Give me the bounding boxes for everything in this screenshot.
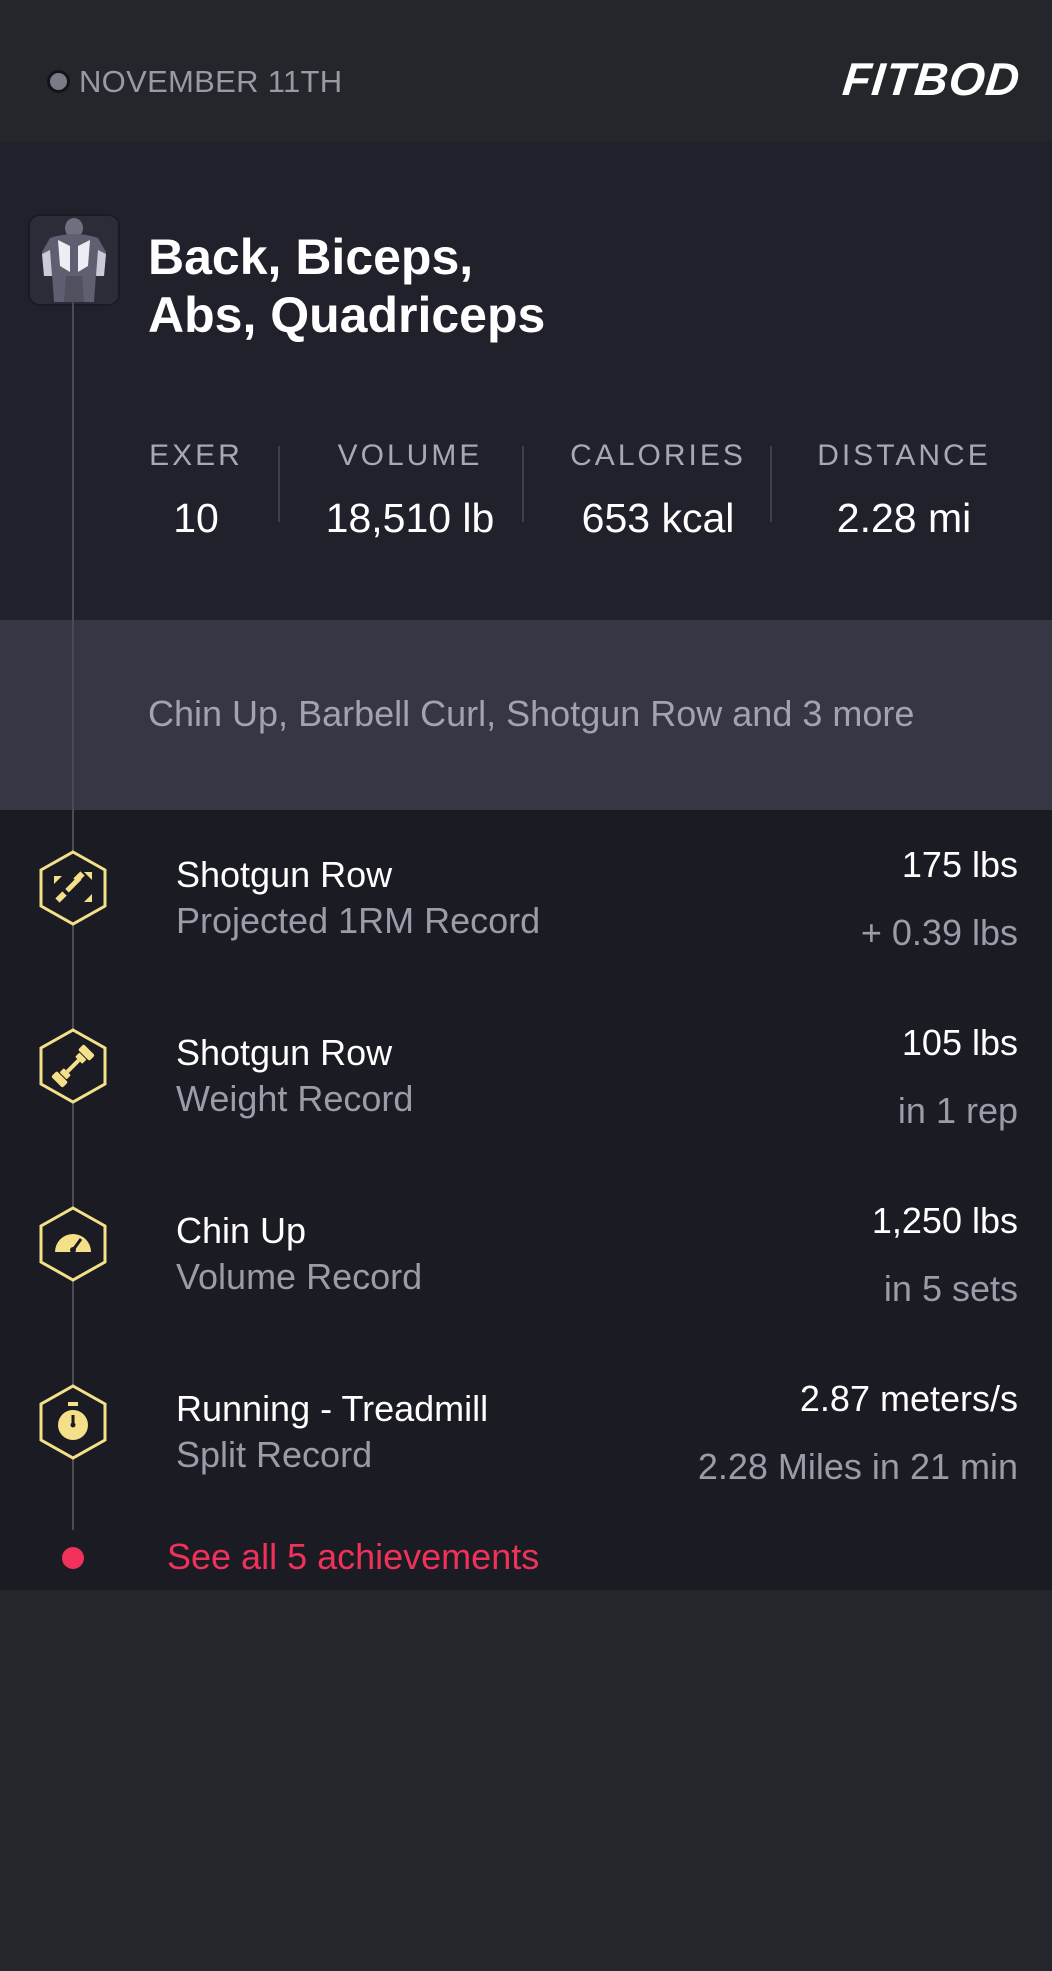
stopwatch-icon — [39, 1384, 107, 1460]
exercise-list-text: Chin Up, Barbell Curl, Shotgun Row and 3… — [148, 693, 915, 734]
stat-label: VOLUME — [337, 439, 483, 472]
achievement-exercise-name: Shotgun Row — [176, 1032, 393, 1073]
achievement-value: 2.87 meters/s — [799, 1378, 1018, 1419]
muscle-figure-icon — [28, 214, 120, 306]
achievement-record-type: Projected 1RM Record — [176, 900, 541, 941]
stat-value: 18,510 lb — [325, 495, 495, 541]
dumbbell-icon — [39, 1028, 107, 1104]
stat-volume: VOLUME 18,510 lb — [296, 438, 524, 542]
gauge-icon — [39, 1206, 107, 1282]
achievement-detail: + 0.39 lbs — [860, 912, 1018, 953]
projected-1rm-icon — [39, 850, 107, 926]
achievement-record-type: Split Record — [176, 1434, 373, 1475]
achievement-value: 1,250 lbs — [871, 1200, 1018, 1241]
achievement-detail: 2.28 Miles in 21 min — [697, 1446, 1018, 1487]
achievement-value: 105 lbs — [901, 1022, 1018, 1063]
achievement-record-type: Volume Record — [176, 1256, 423, 1297]
achievement-row[interactable]: Chin Up Volume Record 1,250 lbs in 5 set… — [0, 1194, 1052, 1324]
workout-title-line2: Abs, Quadriceps — [148, 287, 546, 343]
stat-label: EXER — [149, 439, 243, 472]
workout-title-line1: Back, Biceps, — [148, 229, 474, 285]
achievement-value: 175 lbs — [901, 844, 1018, 885]
workout-title: Back, Biceps, Abs, Quadriceps — [148, 228, 545, 344]
achievement-detail: in 1 rep — [897, 1090, 1018, 1131]
workout-date: NOVEMBER 11TH — [79, 64, 343, 99]
stat-divider — [770, 446, 772, 522]
workout-stats: EXER 10 VOLUME 18,510 lb CALORIES 653 kc… — [138, 438, 998, 542]
achievement-row[interactable]: Running - Treadmill Split Record 2.87 me… — [0, 1372, 1052, 1502]
see-all-dot — [62, 1547, 84, 1569]
stat-value: 653 kcal — [581, 495, 735, 541]
stat-label: DISTANCE — [817, 439, 991, 472]
achievement-exercise-name: Shotgun Row — [176, 854, 393, 895]
stat-calories: CALORIES 653 kcal — [538, 438, 778, 542]
achievement-exercise-name: Chin Up — [176, 1210, 307, 1251]
stat-value: 10 — [173, 495, 219, 541]
stat-divider — [522, 446, 524, 522]
see-all-achievements-link[interactable]: See all 5 achievements — [167, 1536, 539, 1578]
achievement-exercise-name: Running - Treadmill — [176, 1388, 489, 1429]
achievement-detail: in 5 sets — [883, 1268, 1018, 1309]
date-indicator-dot — [47, 70, 70, 93]
stat-divider — [278, 446, 280, 522]
header-bar: NOVEMBER 11TH FITBOD — [0, 0, 1052, 142]
stat-exercises: EXER 10 — [138, 438, 254, 542]
achievement-record-type: Weight Record — [176, 1078, 414, 1119]
stat-label: CALORIES — [570, 439, 746, 472]
bottom-background — [0, 1590, 1052, 1971]
achievement-row[interactable]: Shotgun Row Projected 1RM Record 175 lbs… — [0, 838, 1052, 968]
fitbod-logo: FITBOD — [840, 53, 1023, 105]
achievement-row[interactable]: Shotgun Row Weight Record 105 lbs in 1 r… — [0, 1016, 1052, 1146]
stat-distance: DISTANCE 2.28 mi — [784, 438, 1024, 542]
workout-summary-card[interactable] — [0, 142, 1052, 620]
stat-value: 2.28 mi — [836, 495, 972, 541]
